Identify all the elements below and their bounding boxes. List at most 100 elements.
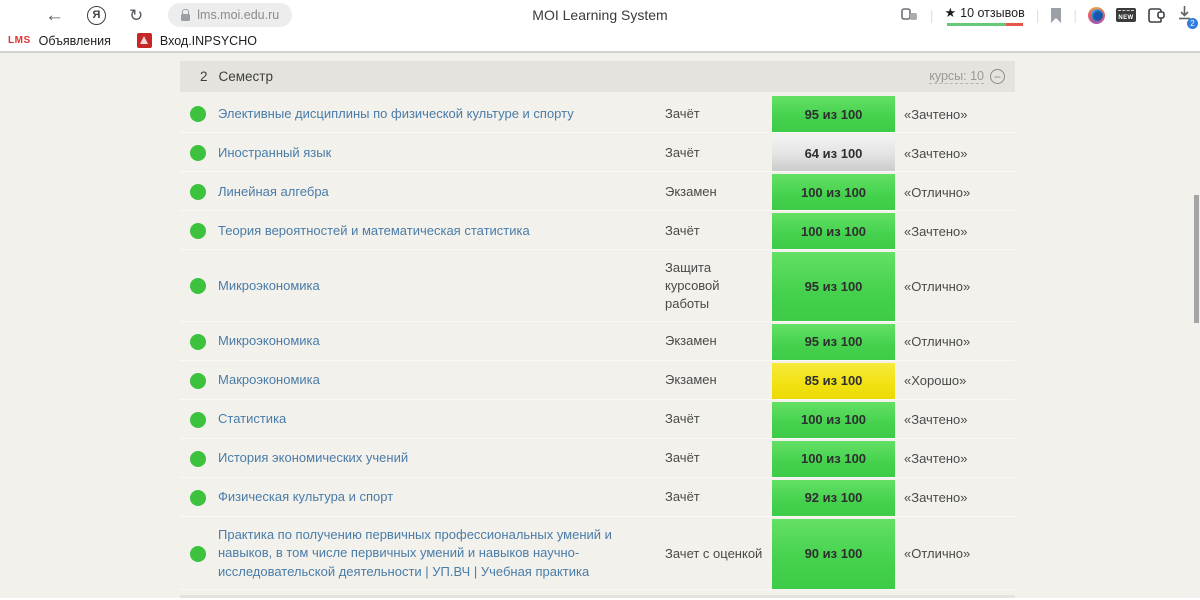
- grades-table: 2 Семестр курсы: 10 − Элективные дисципл…: [180, 53, 1015, 598]
- score-badge: 92 из 100: [772, 479, 895, 516]
- separator: |: [1035, 7, 1040, 23]
- separator: |: [929, 7, 934, 23]
- grade-text: «Зачтено»: [904, 223, 968, 239]
- semester-header-2: 2 Семестр курсы: 10 −: [180, 61, 1015, 92]
- course-name-link[interactable]: История экономических учений: [218, 441, 665, 477]
- grade-text: «Зачтено»: [904, 145, 968, 161]
- assessment-type: Зачёт: [665, 144, 700, 160]
- bookmark-announcements[interactable]: LMS Объявления: [8, 34, 111, 48]
- status-dot-icon: [190, 333, 206, 350]
- score-badge: 95 из 100: [772, 252, 895, 321]
- scrollbar-thumb[interactable]: [1194, 195, 1199, 323]
- table-row: История экономических учений Зачёт 100 и…: [180, 440, 1015, 478]
- collections-icon[interactable]: [1147, 7, 1166, 24]
- course-name-link[interactable]: Практика по получению первичных професси…: [218, 519, 665, 590]
- bookmark-inpsycho[interactable]: Вход.INPSYCHO: [136, 33, 257, 48]
- bookmark-label: Объявления: [38, 33, 111, 48]
- course-name-link[interactable]: Линейная алгебра: [218, 174, 665, 210]
- refresh-button[interactable]: ↻: [120, 7, 152, 24]
- table-row: Макроэкономика Экзамен 85 из 100 «Хорошо…: [180, 362, 1015, 400]
- assessment-type: Зачет с оценкой: [665, 545, 763, 561]
- table-row: Статистика Зачёт 100 из 100 «Зачтено»: [180, 401, 1015, 439]
- table-row: Линейная алгебра Экзамен 100 из 100 «Отл…: [180, 174, 1015, 211]
- score-badge: 100 из 100: [772, 440, 895, 477]
- course-rows: Элективные дисциплины по физической куль…: [180, 96, 1015, 591]
- score-badge: 95 из 100: [772, 96, 895, 132]
- download-count-badge: 2: [1187, 18, 1198, 29]
- scrollbar-track[interactable]: [1193, 53, 1200, 598]
- table-row: Иностранный язык Зачёт 64 из 100 «Зачтен…: [180, 135, 1015, 172]
- assessment-type: Защита курсовой работы: [665, 260, 720, 312]
- page-body: 2 Семестр курсы: 10 − Элективные дисципл…: [0, 53, 1200, 598]
- bookmark-icon[interactable]: [1050, 7, 1062, 23]
- grade-text: «Зачтено»: [904, 106, 968, 122]
- course-name-link[interactable]: Теория вероятностей и математическая ста…: [218, 213, 665, 249]
- semester-title: Семестр: [218, 69, 274, 84]
- assessment-type: Экзамен: [665, 333, 717, 349]
- assessment-type: Зачёт: [665, 222, 700, 238]
- course-name-link[interactable]: Физическая культура и спорт: [218, 480, 665, 516]
- grade-text: «Отлично»: [904, 278, 971, 294]
- grade-text: «Зачтено»: [904, 490, 968, 506]
- grade-text: «Отлично»: [904, 546, 971, 562]
- downloads-button[interactable]: 2: [1177, 5, 1198, 29]
- status-dot-icon: [190, 372, 206, 389]
- lms-favicon: LMS: [8, 35, 31, 46]
- address-bar[interactable]: lms.moi.edu.ru: [168, 3, 293, 27]
- table-row: Микроэкономика Защита курсовой работы 95…: [180, 252, 1015, 322]
- inpsycho-favicon: [136, 33, 152, 48]
- bookmark-label: Вход.INPSYCHO: [159, 33, 257, 48]
- status-dot-icon: [190, 223, 206, 239]
- assessment-type: Зачёт: [665, 411, 700, 427]
- bookmarks-bar: LMS Объявления Вход.INPSYCHO: [0, 30, 1200, 53]
- new-extension-icon[interactable]: NEW: [1116, 8, 1136, 22]
- course-name-link[interactable]: Микроэкономика: [218, 252, 665, 321]
- status-dot-icon: [190, 106, 206, 122]
- status-dot-icon: [190, 489, 206, 506]
- collapse-section-icon[interactable]: −: [990, 69, 1005, 84]
- score-badge: 95 из 100: [772, 323, 895, 360]
- score-badge: 100 из 100: [772, 213, 895, 249]
- extension-circle-icon[interactable]: [1088, 6, 1105, 24]
- status-dot-icon: [190, 278, 206, 295]
- table-row: Элективные дисциплины по физической куль…: [180, 96, 1015, 133]
- table-row: Практика по получению первичных професси…: [180, 518, 1015, 591]
- semester-number: 2: [200, 69, 208, 84]
- assessment-type: Зачёт: [665, 450, 700, 466]
- separator: |: [1073, 7, 1077, 23]
- course-name-link[interactable]: Микроэкономика: [218, 324, 665, 360]
- tag-icon[interactable]: [901, 7, 919, 23]
- grade-text: «Хорошо»: [904, 373, 967, 389]
- course-name-link[interactable]: Элективные дисциплины по физической куль…: [218, 96, 665, 132]
- rating-text: 10 отзывов: [960, 5, 1025, 20]
- table-row: Микроэкономика Экзамен 95 из 100 «Отличн…: [180, 323, 1015, 361]
- assessment-type: Зачёт: [665, 489, 700, 505]
- assessment-type: Экзамен: [665, 372, 717, 388]
- course-name-link[interactable]: Макроэкономика: [218, 363, 665, 399]
- table-row: Теория вероятностей и математическая ста…: [180, 213, 1015, 250]
- course-name-link[interactable]: Статистика: [218, 402, 665, 438]
- semester-header-3: 3 Семестр курсы: 10 +: [180, 595, 1015, 598]
- site-rating-widget[interactable]: ★ 10 отзывов: [944, 4, 1025, 26]
- yandex-button[interactable]: Я: [87, 5, 106, 25]
- score-badge: 100 из 100: [772, 401, 895, 438]
- grade-text: «Отлично»: [904, 334, 971, 350]
- score-badge: 64 из 100: [772, 135, 895, 171]
- status-dot-icon: [190, 545, 206, 562]
- browser-toolbar: ← Я ↻ lms.moi.edu.ru MOI Learning System…: [0, 0, 1200, 30]
- status-dot-icon: [190, 184, 206, 200]
- assessment-type: Зачёт: [665, 105, 700, 121]
- course-name-link[interactable]: Иностранный язык: [218, 135, 665, 171]
- score-badge: 85 из 100: [772, 362, 895, 399]
- lock-icon: [181, 8, 191, 21]
- grade-text: «Зачтено»: [904, 412, 968, 428]
- url-text: lms.moi.edu.ru: [197, 8, 280, 22]
- status-dot-icon: [190, 145, 206, 161]
- rating-bar: [946, 22, 1023, 26]
- back-button[interactable]: ←: [36, 6, 73, 25]
- star-icon: ★: [944, 4, 957, 20]
- grade-text: «Отлично»: [904, 184, 971, 200]
- status-dot-icon: [190, 411, 206, 428]
- courses-count-link[interactable]: курсы: 10: [929, 69, 984, 84]
- score-badge: 90 из 100: [772, 518, 895, 590]
